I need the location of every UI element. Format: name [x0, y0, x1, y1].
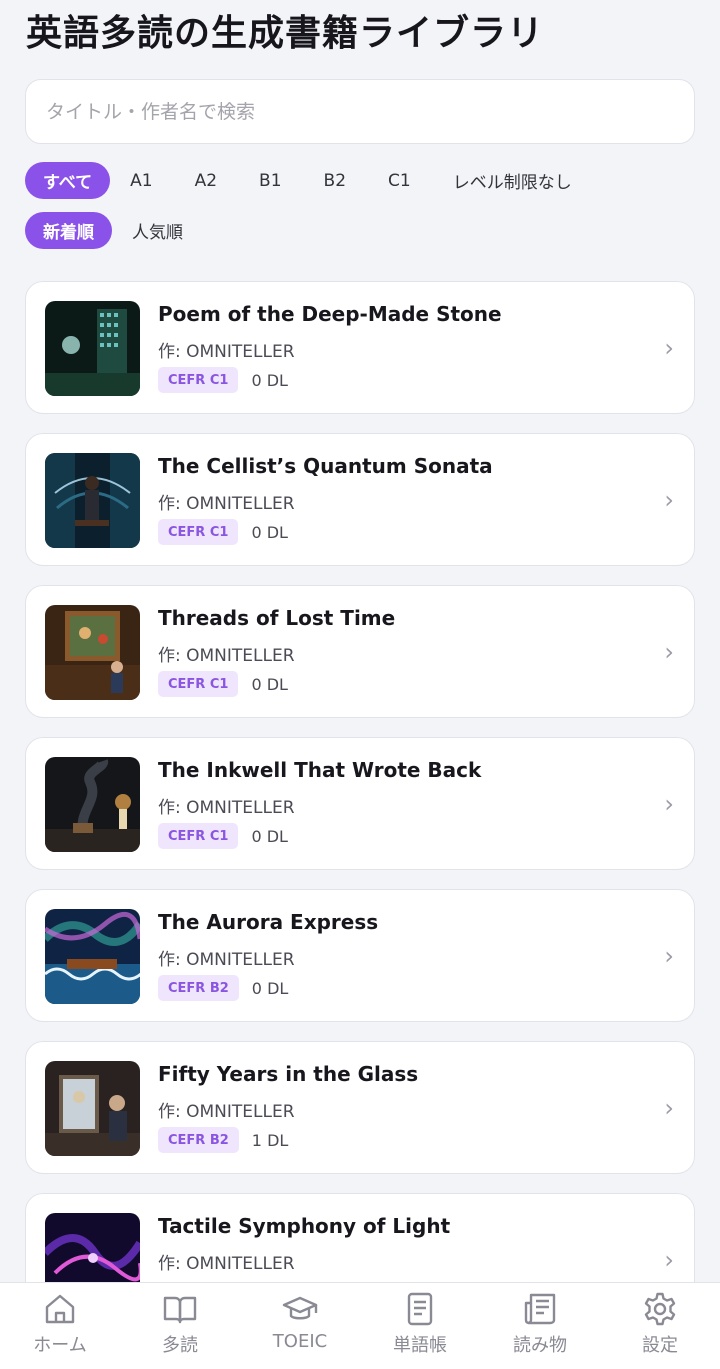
open-book-icon: [162, 1291, 198, 1327]
book-cover-image: [45, 453, 140, 548]
nav-label: 単語帳: [393, 1335, 447, 1356]
download-count: 0 DL: [251, 826, 288, 846]
search-bar[interactable]: [25, 79, 695, 144]
book-card[interactable]: Threads of Lost Time 作: OMNITELLER CEFR …: [25, 585, 695, 718]
book-title: The Aurora Express: [158, 910, 379, 934]
book-card[interactable]: Fifty Years in the Glass 作: OMNITELLER C…: [25, 1041, 695, 1174]
nav-label: 読み物: [513, 1335, 567, 1356]
book-author: 作: OMNITELLER: [158, 1254, 295, 1274]
bottom-navigation: ホーム 多読 TOEIC 単語帳 読み物 設定: [0, 1282, 720, 1369]
book-author: 作: OMNITELLER: [158, 798, 295, 818]
nav-item-readings[interactable]: 読み物: [480, 1283, 600, 1369]
nav-label: 多読: [162, 1335, 198, 1356]
sort-row: 新着順 人気順: [25, 212, 201, 249]
book-title: Poem of the Deep-Made Stone: [158, 302, 502, 326]
filter-chip-a1[interactable]: A1: [112, 162, 170, 199]
nav-item-home[interactable]: ホーム: [0, 1283, 120, 1369]
filter-chip-b2[interactable]: B2: [306, 162, 364, 199]
book-title: Fifty Years in the Glass: [158, 1062, 419, 1086]
filter-chip-b1[interactable]: B1: [241, 162, 299, 199]
book-author: 作: OMNITELLER: [158, 950, 295, 970]
book-cover-image: [45, 909, 140, 1004]
chevron-right-icon: ›: [664, 941, 674, 970]
download-count: 0 DL: [251, 978, 289, 998]
newspaper-icon: [522, 1291, 558, 1327]
nav-label: ホーム: [33, 1335, 87, 1356]
book-meta: CEFR C1 0 DL: [158, 671, 288, 697]
download-count: 0 DL: [251, 370, 288, 390]
chevron-right-icon: ›: [664, 1093, 674, 1122]
book-card[interactable]: The Cellist’s Quantum Sonata 作: OMNITELL…: [25, 433, 695, 566]
nav-item-settings[interactable]: 設定: [600, 1283, 720, 1369]
notebook-icon: [402, 1291, 438, 1327]
book-author: 作: OMNITELLER: [158, 1102, 295, 1122]
page-title: 英語多読の生成書籍ライブラリ: [26, 13, 545, 54]
download-count: 0 DL: [251, 522, 288, 542]
book-card[interactable]: The Aurora Express 作: OMNITELLER CEFR B2…: [25, 889, 695, 1022]
nav-label: 設定: [642, 1335, 678, 1356]
cefr-level-badge: CEFR B2: [158, 1127, 239, 1153]
gear-icon: [642, 1291, 678, 1327]
book-author: 作: OMNITELLER: [158, 646, 295, 666]
book-title: The Cellist’s Quantum Sonata: [158, 454, 493, 478]
book-card[interactable]: The Inkwell That Wrote Back 作: OMNITELLE…: [25, 737, 695, 870]
book-card[interactable]: Poem of the Deep-Made Stone 作: OMNITELLE…: [25, 281, 695, 414]
cefr-level-badge: CEFR C1: [158, 367, 239, 393]
filter-chip-all[interactable]: すべて: [25, 162, 111, 199]
book-cover-image: [45, 301, 140, 396]
book-author: 作: OMNITELLER: [158, 342, 295, 362]
book-cover-image: [45, 1213, 140, 1282]
book-card[interactable]: Tactile Symphony of Light 作: OMNITELLER …: [25, 1193, 695, 1282]
book-list: Poem of the Deep-Made Stone 作: OMNITELLE…: [25, 281, 695, 1282]
book-cover-image: [45, 757, 140, 852]
level-filter-row: すべて A1 A2 B1 B2 C1 レベル制限なし: [25, 162, 590, 199]
cefr-level-badge: CEFR C1: [158, 671, 239, 697]
book-title: Tactile Symphony of Light: [158, 1214, 451, 1238]
search-input[interactable]: [46, 100, 674, 123]
book-cover-image: [45, 1061, 140, 1156]
filter-chip-no-level-limit[interactable]: レベル制限なし: [435, 162, 590, 199]
sort-chip-popular[interactable]: 人気順: [114, 212, 201, 249]
nav-label: TOEIC: [272, 1331, 328, 1352]
nav-item-toeic[interactable]: TOEIC: [240, 1283, 360, 1369]
sort-chip-newest[interactable]: 新着順: [25, 212, 112, 249]
book-title: Threads of Lost Time: [158, 606, 396, 630]
cefr-level-badge: CEFR C1: [158, 519, 239, 545]
chevron-right-icon: ›: [664, 789, 674, 818]
book-meta: CEFR B2 1 DL: [158, 1127, 288, 1153]
library-screen: 英語多読の生成書籍ライブラリ すべて A1 A2 B1 B2 C1 レベル制限な…: [0, 0, 720, 1282]
nav-item-extensive-reading[interactable]: 多読: [120, 1283, 240, 1369]
book-meta: CEFR C1 0 DL: [158, 823, 288, 849]
cefr-level-badge: CEFR C1: [158, 823, 239, 849]
book-meta: CEFR B2 0 DL: [158, 975, 288, 1001]
download-count: 0 DL: [251, 674, 288, 694]
book-author: 作: OMNITELLER: [158, 494, 295, 514]
book-meta: CEFR C1 0 DL: [158, 367, 288, 393]
filter-chip-a2[interactable]: A2: [177, 162, 235, 199]
book-title: The Inkwell That Wrote Back: [158, 758, 482, 782]
chevron-right-icon: ›: [664, 333, 674, 362]
book-cover-image: [45, 605, 140, 700]
filter-chip-c1[interactable]: C1: [370, 162, 429, 199]
nav-item-vocabulary[interactable]: 単語帳: [360, 1283, 480, 1369]
chevron-right-icon: ›: [664, 637, 674, 666]
cefr-level-badge: CEFR B2: [158, 975, 239, 1001]
home-icon: [42, 1291, 78, 1327]
book-meta: CEFR C1 0 DL: [158, 519, 288, 545]
chevron-right-icon: ›: [664, 485, 674, 514]
graduation-cap-icon: [282, 1291, 318, 1327]
download-count: 1 DL: [251, 1130, 289, 1150]
chevron-right-icon: ›: [664, 1245, 674, 1274]
